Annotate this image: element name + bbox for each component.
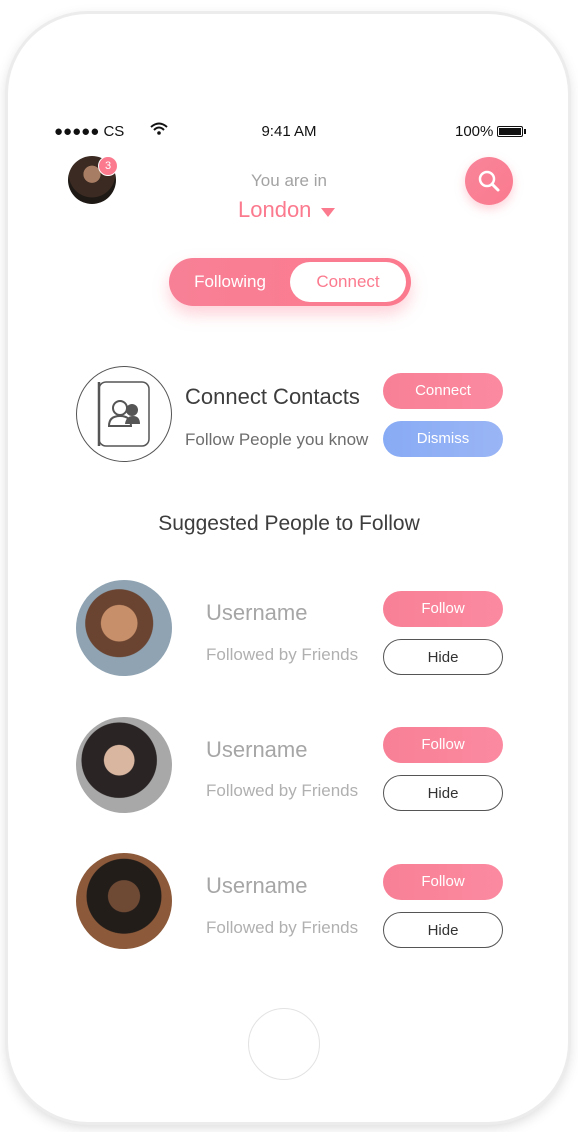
hide-button[interactable]: Hide xyxy=(383,912,503,948)
suggested-title: Suggested People to Follow xyxy=(158,512,420,535)
person-followed-by: Followed by Friends xyxy=(206,645,359,664)
tab-following[interactable]: Following xyxy=(169,258,291,306)
person-followed-by: Followed by Friends xyxy=(206,781,359,800)
connect-contacts-button[interactable]: Connect xyxy=(383,373,503,409)
hide-button[interactable]: Hide xyxy=(383,775,503,811)
hide-button[interactable]: Hide xyxy=(383,639,503,675)
tab-connect[interactable]: Connect xyxy=(290,262,406,302)
chevron-down-icon xyxy=(321,207,336,217)
battery-indicator: 100% xyxy=(455,123,527,140)
follow-button[interactable]: Follow xyxy=(383,727,503,763)
home-button[interactable] xyxy=(248,1008,320,1080)
person-username[interactable]: Username xyxy=(206,873,307,899)
contacts-book-icon xyxy=(97,380,150,447)
person-username[interactable]: Username xyxy=(206,600,307,626)
connect-contacts-title: Connect Contacts xyxy=(185,384,360,409)
follow-button[interactable]: Follow xyxy=(383,591,503,627)
person-avatar[interactable] xyxy=(76,717,172,813)
person-avatar[interactable] xyxy=(76,853,172,949)
battery-tip xyxy=(524,129,527,134)
battery-percent: 100% xyxy=(455,123,494,140)
location-selector[interactable]: London xyxy=(238,197,336,223)
connect-contacts-subtitle: Follow People you know xyxy=(185,430,369,449)
contacts-icon-circle xyxy=(76,366,172,462)
person-avatar[interactable] xyxy=(76,580,172,676)
search-button[interactable] xyxy=(465,157,513,205)
battery-icon xyxy=(497,126,524,137)
search-icon xyxy=(478,170,500,192)
location-name: London xyxy=(238,197,312,222)
person-username[interactable]: Username xyxy=(206,737,307,763)
dismiss-button[interactable]: Dismiss xyxy=(383,421,503,457)
segmented-tabs: Following Connect xyxy=(169,258,411,306)
person-followed-by: Followed by Friends xyxy=(206,918,359,937)
follow-button[interactable]: Follow xyxy=(383,864,503,900)
